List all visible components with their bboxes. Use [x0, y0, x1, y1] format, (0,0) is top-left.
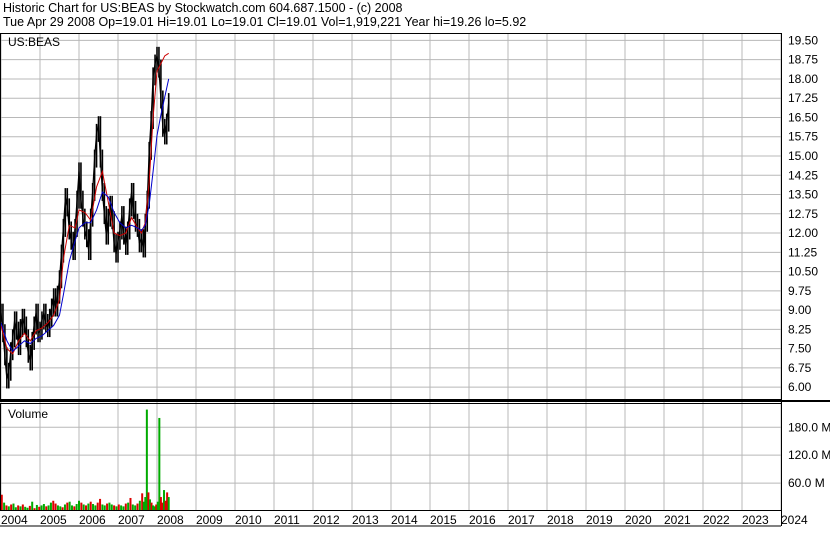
- volume-panel-title: Volume: [8, 407, 48, 421]
- year-tick-label: 2014: [391, 513, 418, 527]
- year-tick-label: 2023: [742, 513, 769, 527]
- volume-bar: [75, 504, 78, 511]
- year-tick-label: 2017: [508, 513, 535, 527]
- year-tick-label: 2018: [547, 513, 574, 527]
- year-tick-label: 2024: [781, 513, 808, 527]
- year-tick-label: 2020: [625, 513, 652, 527]
- price-tick-label: 18.75: [788, 53, 818, 67]
- price-tick-label: 14.25: [788, 168, 818, 182]
- year-tick-label: 2004: [1, 513, 28, 527]
- price-tick-label: 15.00: [788, 149, 818, 163]
- volume-bar: [54, 503, 57, 511]
- volume-bar: [167, 497, 170, 511]
- price-panel-title: US:BEAS: [8, 35, 60, 49]
- year-tick-label: 2019: [586, 513, 613, 527]
- volume-bar: [42, 504, 45, 511]
- year-tick-label: 2012: [313, 513, 340, 527]
- volume-bar: [68, 501, 71, 511]
- volume-bar: [136, 503, 139, 511]
- volume-bar: [106, 503, 109, 511]
- volume-bar: [127, 502, 130, 511]
- volume-bar: [108, 502, 111, 511]
- price-tick-label: 6.75: [788, 361, 812, 375]
- volume-bar: [92, 504, 95, 511]
- volume-bar: [87, 503, 90, 511]
- volume-tick-label: 180.0 M: [788, 420, 830, 434]
- year-tick-label: 2013: [352, 513, 379, 527]
- price-tick-label: 9.00: [788, 303, 812, 317]
- price-tick-label: 6.00: [788, 380, 812, 394]
- year-tick-label: 2011: [274, 513, 300, 527]
- volume-bar: [66, 502, 69, 511]
- volume-bar: [124, 503, 127, 511]
- price-tick-label: 11.25: [788, 245, 817, 259]
- volume-panel: [0, 409, 170, 511]
- price-tick-label: 17.25: [788, 91, 818, 105]
- grid-lines: [0, 34, 782, 511]
- volume-bar: [78, 500, 80, 511]
- price-tick-label: 8.25: [788, 322, 812, 336]
- year-tick-label: 2009: [196, 513, 223, 527]
- year-tick-label: 2006: [79, 513, 106, 527]
- volume-bar: [89, 501, 92, 511]
- volume-bar: [0, 494, 3, 511]
- price-tick-label: 9.75: [788, 284, 812, 298]
- historic-chart: 19.50 18.75 18.00 17.25 16.50 15.75 15.00 14.25…: [0, 33, 830, 527]
- volume-bar: [52, 500, 55, 511]
- price-tick-label: 15.75: [788, 130, 818, 144]
- price-tick-label: 12.00: [788, 226, 818, 240]
- price-tick-label: 12.75: [788, 207, 818, 221]
- year-tick-label: 2022: [703, 513, 730, 527]
- price-tick-label: 18.00: [788, 72, 818, 86]
- year-tick-label: 2007: [118, 513, 145, 527]
- volume-bar: [129, 497, 132, 511]
- volume-bar: [80, 502, 83, 511]
- volume-bar: [96, 502, 99, 511]
- price-tick-label: 16.50: [788, 110, 818, 124]
- volume-tick-label: 60.0 M: [788, 476, 825, 490]
- price-tick-label: 13.50: [788, 188, 818, 202]
- price-tick-label: 19.50: [788, 33, 818, 47]
- volume-bar: [31, 501, 34, 511]
- axes: 19.50 18.75 18.00 17.25 16.50 15.75 15.00 14.25…: [0, 33, 830, 527]
- price-tick-label: 7.50: [788, 342, 812, 356]
- year-tick-label: 2010: [235, 513, 262, 527]
- volume-bar: [99, 498, 102, 511]
- year-tick-label: 2016: [469, 513, 496, 527]
- year-tick-label: 2008: [157, 513, 184, 527]
- volume-tick-label: 120.0 M: [788, 448, 830, 462]
- volume-bar: [138, 500, 141, 511]
- volume-bar: [49, 502, 52, 511]
- volume-bar: [12, 503, 15, 511]
- year-tick-label: 2005: [40, 513, 67, 527]
- year-tick-label: 2021: [664, 513, 691, 527]
- year-tick-label: 2015: [430, 513, 457, 527]
- price-tick-label: 10.50: [788, 265, 818, 279]
- volume-bar: [3, 502, 6, 511]
